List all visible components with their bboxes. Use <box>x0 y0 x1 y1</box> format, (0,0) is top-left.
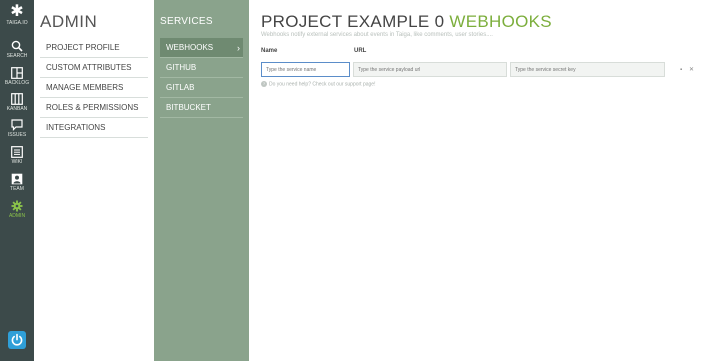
webhook-name-input[interactable] <box>261 62 350 77</box>
nav-issues-label: Issues <box>7 132 27 138</box>
services-item-webhooks-label: WEBHOOKS <box>166 43 214 52</box>
taiga-logo-icon: ✱ <box>10 3 24 20</box>
nav-backlog-label: Backlog <box>4 80 30 86</box>
nav-admin-label: Admin <box>8 213 26 219</box>
kanban-icon <box>11 93 23 105</box>
save-icon[interactable]: ▪ <box>680 66 682 74</box>
wiki-icon <box>11 146 23 158</box>
nav-team-label: Team <box>10 186 24 192</box>
services-menu-list: WEBHOOKS › GITHUB GITLAB BITBUCKET <box>160 38 243 118</box>
admin-menu-project-profile[interactable]: PROJECT PROFILE <box>40 38 148 58</box>
power-button[interactable] <box>8 331 26 349</box>
services-item-bitbucket[interactable]: BITBUCKET <box>160 98 243 118</box>
nav-kanban-label: Kanban <box>6 106 28 112</box>
chevron-right-icon: › <box>237 43 240 53</box>
page-title-section: WEBHOOKS <box>449 12 552 31</box>
admin-title: ADMIN <box>40 12 98 31</box>
nav-search[interactable]: Search <box>0 40 34 59</box>
nav-kanban[interactable]: Kanban <box>0 93 34 112</box>
close-icon[interactable]: ✕ <box>689 66 694 74</box>
nav-team[interactable]: Team <box>0 173 34 192</box>
admin-menu-list: PROJECT PROFILE CUSTOM ATTRIBUTES MANAGE… <box>40 38 148 138</box>
nav-wiki[interactable]: Wiki <box>0 146 34 165</box>
nav-backlog[interactable]: Backlog <box>0 67 34 86</box>
column-header-url: URL <box>354 48 367 54</box>
taiga-logo[interactable]: ✱ TAIGA.IO <box>0 4 34 38</box>
admin-menu-integrations[interactable]: INTEGRATIONS <box>40 118 148 138</box>
admin-menu-custom-attributes[interactable]: CUSTOM ATTRIBUTES <box>40 58 148 78</box>
team-icon <box>11 173 23 185</box>
page-subtitle: Webhooks notify external services about … <box>261 32 493 38</box>
gear-icon <box>11 200 23 212</box>
logo-text: TAIGA.IO <box>6 20 28 26</box>
taiga-admin-app: ✱ TAIGA.IO Search Backlog Kan <box>0 0 720 361</box>
power-icon <box>11 333 23 346</box>
services-item-github[interactable]: GITHUB <box>160 58 243 78</box>
webhook-url-input[interactable] <box>353 62 507 77</box>
issues-icon <box>11 119 23 131</box>
page-title-project: PROJECT EXAMPLE 0 <box>261 12 445 31</box>
admin-menu-roles-permissions[interactable]: ROLES & PERMISSIONS <box>40 98 148 118</box>
page-title: PROJECT EXAMPLE 0 WEBHOOKS <box>261 12 552 32</box>
nav-search-label: Search <box>6 53 28 59</box>
nav-issues[interactable]: Issues <box>0 119 34 138</box>
help-icon: ? <box>261 81 267 87</box>
services-menu: SERVICES WEBHOOKS › GITHUB GITLAB BITBUC… <box>154 0 249 361</box>
help-link[interactable]: ? Do you need help? Check out our support… <box>261 81 375 87</box>
services-item-gitlab[interactable]: GITLAB <box>160 78 243 98</box>
admin-menu: ADMIN PROJECT PROFILE CUSTOM ATTRIBUTES … <box>34 0 154 361</box>
main-content: PROJECT EXAMPLE 0 WEBHOOKS Webhooks noti… <box>249 0 720 361</box>
help-text: Do you need help? Check out our support … <box>269 81 376 88</box>
admin-menu-manage-members[interactable]: MANAGE MEMBERS <box>40 78 148 98</box>
services-item-webhooks[interactable]: WEBHOOKS › <box>160 38 243 58</box>
search-icon <box>11 40 23 52</box>
main-nav: ✱ TAIGA.IO Search Backlog Kan <box>0 0 34 361</box>
nav-admin[interactable]: Admin <box>0 200 34 219</box>
services-title: SERVICES <box>160 16 213 27</box>
nav-wiki-label: Wiki <box>11 159 23 165</box>
column-header-name: Name <box>261 48 278 54</box>
webhook-row-actions: ▪ ✕ <box>680 66 700 74</box>
backlog-icon <box>11 67 23 79</box>
webhook-key-input[interactable] <box>510 62 665 77</box>
